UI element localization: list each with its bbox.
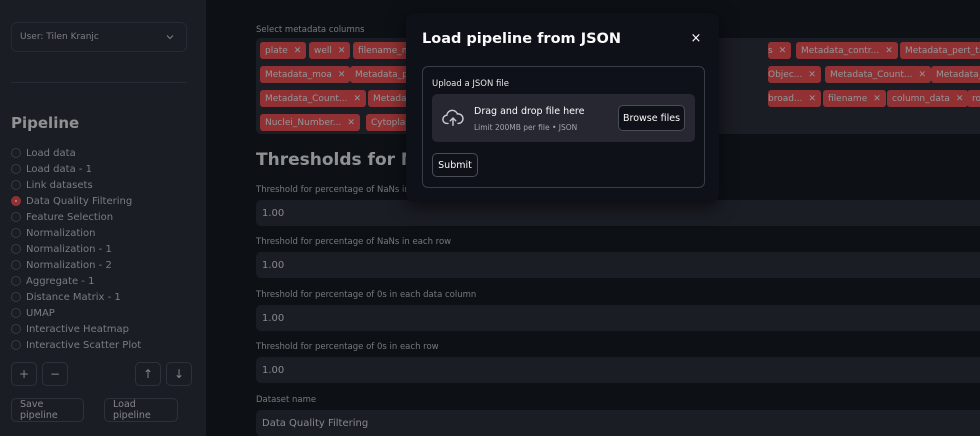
file-dropzone[interactable]: Drag and drop file here Limit 200MB per … xyxy=(432,94,695,142)
close-icon[interactable]: × xyxy=(689,32,703,46)
dropzone-limit: Limit 200MB per file • JSON xyxy=(474,123,578,132)
browse-files-button[interactable]: Browse files xyxy=(618,105,685,131)
load-pipeline-modal: Load pipeline from JSON × Upload a JSON … xyxy=(406,13,719,202)
upload-label: Upload a JSON file xyxy=(432,79,509,89)
dropzone-instructions: Drag and drop file here xyxy=(474,106,585,117)
cloud-upload-icon xyxy=(442,109,464,127)
upload-form: Upload a JSON file Drag and drop file he… xyxy=(422,66,705,188)
modal-title: Load pipeline from JSON xyxy=(422,31,621,47)
submit-button[interactable]: Submit xyxy=(432,153,478,177)
